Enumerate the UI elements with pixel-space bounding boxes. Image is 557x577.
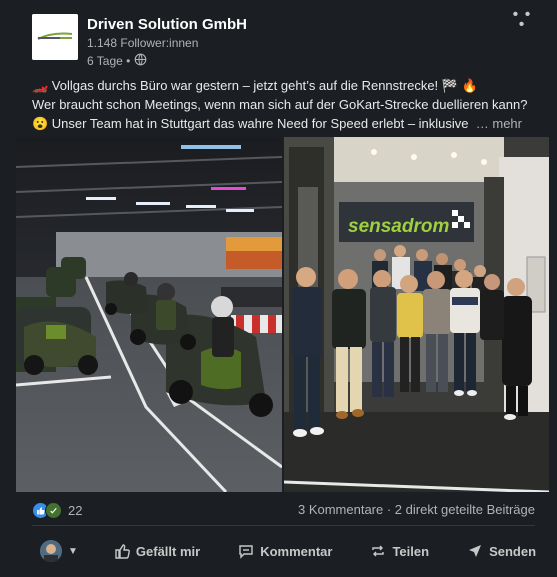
comment-label: Kommentar: [260, 543, 333, 559]
globe-icon: [134, 53, 147, 69]
post-text: 🏎️ Vollgas durchs Büro war gestern – jet…: [32, 76, 532, 133]
comment-button[interactable]: Kommentar: [238, 543, 332, 559]
like-button[interactable]: Gefällt mir: [114, 543, 200, 559]
post-image-team-photo[interactable]: sensadrom: [284, 137, 549, 492]
post-line-3: 😮 Unser Team hat in Stuttgart das wahre …: [32, 114, 532, 133]
post-line-2: Wer braucht schon Meetings, wenn man sic…: [32, 97, 528, 112]
avatar: [40, 540, 62, 562]
comments-shares-count[interactable]: 3 Kommentare · 2 direkt geteilte Beiträg…: [298, 502, 535, 517]
sensadrom-banner-text: sensadrom: [348, 216, 449, 237]
company-name[interactable]: Driven Solution GmbH: [87, 16, 247, 33]
divider: [32, 525, 535, 526]
post-age: 6 Tage •: [87, 54, 131, 68]
see-more-link[interactable]: … mehr: [476, 116, 522, 131]
support-reaction-icon: [45, 502, 62, 519]
post-line-3-text: 😮 Unser Team hat in Stuttgart das wahre …: [32, 116, 469, 131]
feed-post-card: Driven Solution GmbH 1.148 Follower:inne…: [12, 0, 549, 577]
post-meta: 6 Tage •: [87, 53, 147, 69]
send-button[interactable]: Senden: [467, 543, 536, 559]
company-logo[interactable]: [32, 14, 78, 60]
comment-icon: [238, 543, 254, 559]
repost-icon: [370, 543, 386, 559]
actor-switcher[interactable]: ▼: [40, 540, 78, 562]
chevron-down-icon: ▼: [68, 545, 78, 557]
send-icon: [467, 543, 483, 559]
action-bar: ▼ Gefällt mir Kommentar Teilen Senden: [12, 532, 547, 570]
thumbs-up-icon: [114, 543, 130, 559]
post-line-1: 🏎️ Vollgas durchs Büro war gestern – jet…: [32, 78, 478, 93]
more-dots-icon[interactable]: • • •: [511, 7, 533, 33]
post-image-gokart-track[interactable]: [16, 137, 282, 492]
share-button[interactable]: Teilen: [370, 543, 429, 559]
like-label: Gefällt mir: [135, 543, 201, 559]
follower-count: 1.148 Follower:innen: [87, 36, 199, 50]
share-label: Teilen: [392, 543, 430, 559]
send-label: Senden: [489, 543, 537, 559]
reaction-count: 22: [68, 503, 83, 518]
reaction-summary[interactable]: 22: [32, 502, 82, 519]
